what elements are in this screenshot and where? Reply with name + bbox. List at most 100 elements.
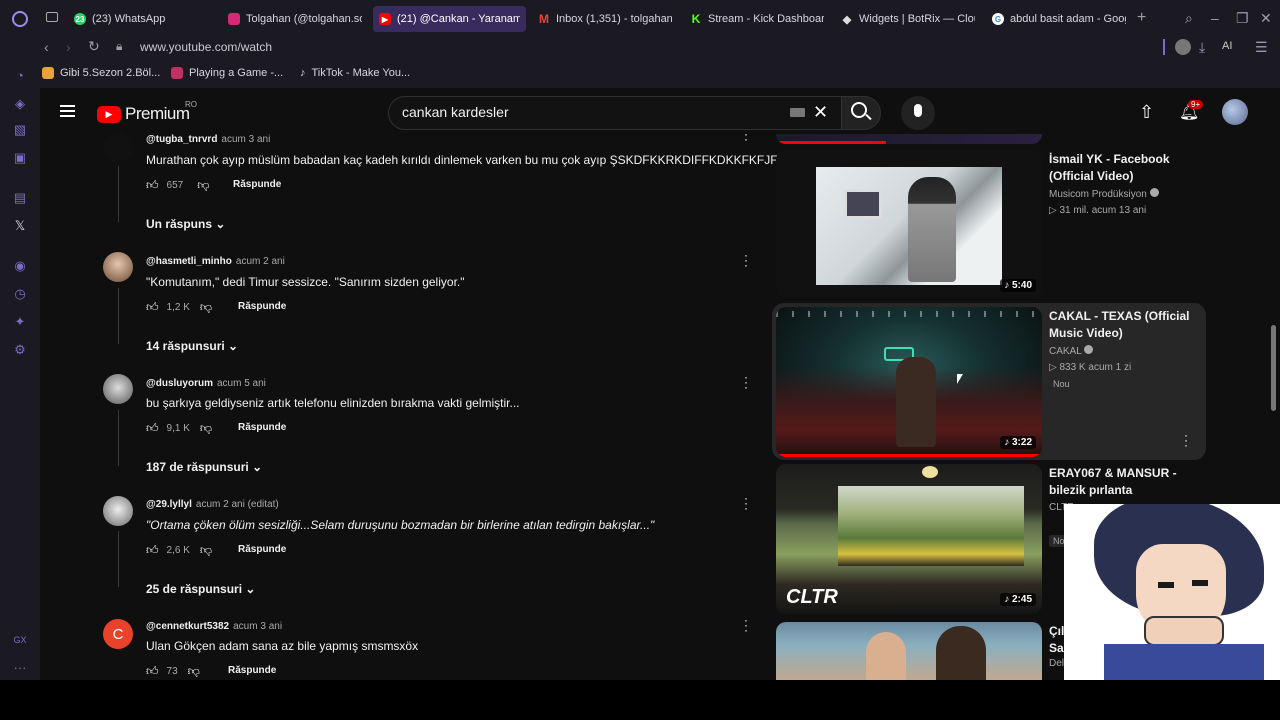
like-icon[interactable]: 👍︎ <box>146 543 159 558</box>
bottom-black-bar <box>0 680 1280 720</box>
comment-author[interactable]: @hasmetli_minho acum 2 ani <box>146 256 285 267</box>
tab-menu-icon[interactable] <box>46 12 58 22</box>
opera-logo-icon[interactable] <box>12 11 28 27</box>
comment-author[interactable]: @dusluyorum acum 5 ani <box>146 378 266 389</box>
comment-avatar[interactable] <box>103 132 133 162</box>
comment-author[interactable]: @cennetkurt5382 acum 3 ani <box>146 621 282 632</box>
bookmark-item[interactable]: ♪ TikTok - Make You... <box>300 67 410 79</box>
back-icon[interactable]: ‹ <box>44 40 49 54</box>
new-tab-icon[interactable]: + <box>1137 10 1146 26</box>
comment-avatar[interactable]: C <box>103 619 133 649</box>
bookmark-item[interactable]: Gibi 5.Sezon 2.Böl... <box>42 67 160 79</box>
video-thumbnail[interactable]: CLTR ♪ 2:45 <box>776 464 1042 614</box>
history-icon[interactable]: ◷ <box>12 286 28 302</box>
comment-actions: 👍︎ 657 👎︎ <box>146 178 209 193</box>
search-icon <box>851 102 867 118</box>
page-scrollbar-thumb[interactable] <box>1271 325 1276 411</box>
clear-search-icon[interactable]: ✕ <box>813 102 828 123</box>
video-title[interactable]: CAKAL - TEXAS (Official Music Video) <box>1049 308 1209 342</box>
crypto-wallet-icon[interactable]: ◈ <box>12 96 28 112</box>
restore-icon[interactable]: ❐ <box>1236 11 1249 25</box>
like-icon[interactable]: 👍︎ <box>146 664 159 679</box>
botrix-icon: ◆ <box>842 13 852 26</box>
video-thumbnail[interactable]: ♪ 5:40 <box>776 150 1042 298</box>
tab-gmail[interactable]: M Inbox (1,351) - tolgahany <box>532 6 678 32</box>
video-title[interactable]: İsmail YK - Facebook (Official Video) <box>1049 151 1209 185</box>
tab-google[interactable]: G abdul basit adam - Goog <box>986 6 1132 32</box>
author-handle: @hasmetli_minho <box>146 256 232 267</box>
video-menu-icon[interactable]: · · · <box>1184 429 1188 451</box>
forward-icon[interactable]: › <box>66 40 71 54</box>
x-twitter-icon[interactable]: 𝕏 <box>12 218 28 234</box>
minimize-icon[interactable]: – <box>1211 11 1219 25</box>
extensions-icon[interactable]: ✦ <box>12 314 28 330</box>
comment-menu-icon[interactable]: · · · <box>744 492 748 514</box>
dislike-icon[interactable]: 👎︎ <box>200 543 212 558</box>
dislike-icon[interactable]: 👎︎ <box>188 664 200 679</box>
messenger-icon[interactable]: ▣ <box>12 150 28 166</box>
more-icon[interactable]: ··· <box>12 660 28 676</box>
show-replies-button[interactable]: 187 de răspunsuri ⌄ <box>146 460 262 474</box>
comment-menu-icon[interactable]: · · · <box>744 614 748 636</box>
url-input[interactable]: www.youtube.com/watch <box>140 40 272 54</box>
reload-icon[interactable]: ↻ <box>88 39 100 53</box>
hamburger-menu-icon[interactable] <box>60 105 75 117</box>
bookmark-item[interactable]: Playing a Game -... <box>171 67 283 79</box>
comment-menu-icon[interactable]: · · · <box>744 249 748 271</box>
video-thumbnail[interactable]: ♪ 3:22 <box>776 307 1042 457</box>
tab-kick[interactable]: K Stream - Kick Dashboard <box>684 6 830 32</box>
keyboard-icon[interactable] <box>790 108 805 117</box>
aria-icon[interactable]: ◔ <box>12 68 28 84</box>
author-handle: @cennetkurt5382 <box>146 621 230 632</box>
comment-text: Ulan Gökçen adam sana az bile yapmış sms… <box>146 639 419 653</box>
tab-botrix[interactable]: ◆ Widgets | BotRix — Clou <box>835 6 981 32</box>
profile-avatar[interactable] <box>1175 39 1191 55</box>
reply-button[interactable]: Răspunde <box>238 301 286 312</box>
show-replies-button[interactable]: Un răspuns ⌄ <box>146 217 225 231</box>
dislike-icon[interactable]: 👎︎ <box>200 421 212 436</box>
thumbnail-lamp <box>922 466 938 478</box>
menu-icon[interactable]: ☰ <box>1255 40 1268 54</box>
close-window-icon[interactable]: ✕ <box>1260 11 1272 25</box>
hamburger-middle-bar <box>60 110 75 112</box>
comment-menu-icon[interactable]: · · · <box>744 371 748 393</box>
microphone-icon <box>914 104 922 117</box>
youtube-logo[interactable]: ▶ Premium <box>97 104 190 124</box>
reply-button[interactable]: Răspunde <box>238 544 286 555</box>
comment-author[interactable]: @tugba_tnrvrd acum 3 ani <box>146 134 270 145</box>
twitch-icon[interactable]: ▤ <box>12 190 28 206</box>
download-icon[interactable]: ⤓ <box>1199 40 1205 54</box>
reply-button[interactable]: Răspunde <box>233 179 281 190</box>
video-thumbnail[interactable] <box>776 622 1042 680</box>
channel-name[interactable]: Del <box>1049 658 1064 669</box>
like-icon[interactable]: 👍︎ <box>146 300 159 315</box>
settings-icon[interactable]: ⚙ <box>12 342 28 358</box>
reply-button[interactable]: Răspunde <box>238 422 286 433</box>
channel-name[interactable]: CAKAL <box>1049 345 1094 357</box>
tab-youtube-active[interactable]: ▶ (21) @Cankan - Yaranamac <box>373 6 526 32</box>
comment-avatar[interactable] <box>103 496 133 526</box>
account-avatar[interactable] <box>1222 99 1248 125</box>
player-icon[interactable]: ◉ <box>12 258 28 274</box>
show-replies-button[interactable]: 25 de răspunsuri ⌄ <box>146 582 255 596</box>
dislike-icon[interactable]: 👎︎ <box>197 178 209 193</box>
tab-whatsapp[interactable]: 23 (23) WhatsApp <box>68 6 216 32</box>
comment-avatar[interactable] <box>103 374 133 404</box>
comment-actions: 👍︎ 9,1 K 👎︎ <box>146 421 212 436</box>
channel-name[interactable]: Musicom Prodüksiyon <box>1049 188 1159 200</box>
like-icon[interactable]: 👍︎ <box>146 178 159 193</box>
show-replies-button[interactable]: 14 răspunsuri ⌄ <box>146 339 238 353</box>
upload-icon[interactable]: ⇧ <box>1139 102 1154 123</box>
tab-instagram[interactable]: Tolgahan (@tolgahan.sol <box>222 6 368 32</box>
comment-avatar[interactable] <box>103 252 133 282</box>
video-title[interactable]: ERAY067 & MANSUR - bilezik pırlanta <box>1049 465 1209 499</box>
ai-button[interactable]: AI <box>1222 40 1232 52</box>
ai-assistant-icon[interactable]: ▧ <box>12 122 28 138</box>
like-icon[interactable]: 👍︎ <box>146 421 159 436</box>
comment-menu-icon[interactable]: · · <box>744 128 748 148</box>
video-thumbnail-partial[interactable] <box>776 134 1042 144</box>
reply-button[interactable]: Răspunde <box>228 665 276 676</box>
search-tabs-icon[interactable]: ⌕ <box>1185 11 1193 25</box>
dislike-icon[interactable]: 👎︎ <box>200 300 212 315</box>
comment-author[interactable]: @29.lyllyl acum 2 ani (editat) <box>146 499 279 510</box>
